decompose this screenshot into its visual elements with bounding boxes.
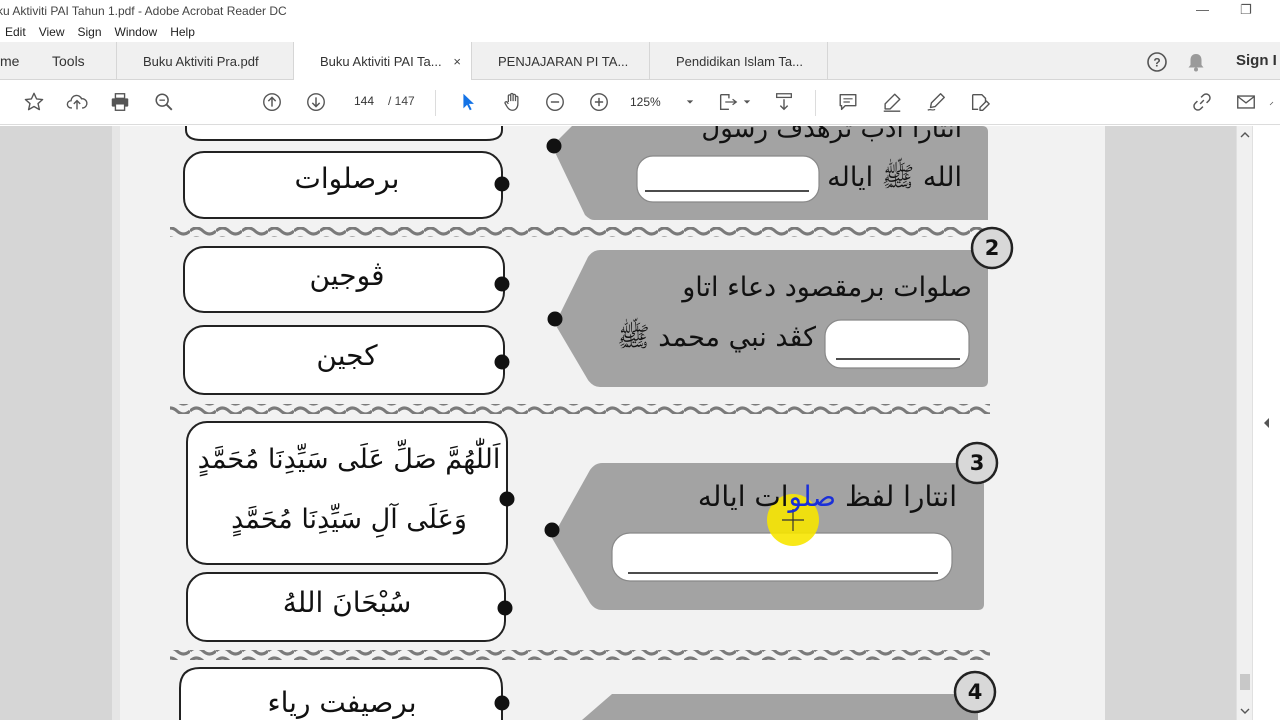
tab-home[interactable]: me [0, 42, 40, 80]
svg-text:?: ? [1153, 56, 1160, 70]
scroll-down-icon[interactable] [1237, 704, 1253, 718]
tab-label: Buku Aktiviti Pra.pdf [143, 53, 259, 69]
zoom-in-icon[interactable] [587, 90, 611, 114]
answer-option-text: برصيفت رياء [267, 686, 417, 719]
toolbar-divider [435, 90, 436, 116]
question-number: 4 [967, 680, 983, 704]
connector-dot [494, 354, 510, 370]
connector-dot [544, 522, 560, 538]
title-bar: ku Aktiviti PAI Tahun 1.pdf - Adobe Acro… [0, 0, 1280, 22]
comment-icon[interactable] [836, 90, 860, 114]
print-icon[interactable] [108, 90, 132, 114]
tab-document-2[interactable]: Buku Aktiviti PAI Ta... × [294, 42, 472, 81]
next-page-icon[interactable] [304, 90, 328, 114]
answer-option-text: كجين [316, 339, 378, 372]
help-icon[interactable]: ? [1146, 51, 1168, 78]
wavy-divider [170, 650, 990, 660]
question-1-line2: الله ﷺ اياله [827, 162, 962, 193]
more-tools-icon[interactable] [1268, 90, 1280, 114]
connector-dot [494, 276, 510, 292]
highlight-pen-icon[interactable] [880, 90, 904, 114]
window-title: ku Aktiviti PAI Tahun 1.pdf - Adobe Acro… [0, 4, 287, 18]
pdf-page: انتارا ادب ترهدڤ رسول الله ﷺ اياله 2 صلو… [112, 126, 1105, 720]
chevron-down-icon[interactable] [742, 90, 752, 114]
fit-page-icon[interactable] [716, 90, 740, 114]
tab-label: Pendidikan Islam Ta... [676, 53, 803, 69]
menu-window[interactable]: Window [115, 25, 158, 39]
upload-cloud-icon[interactable] [65, 90, 89, 114]
search-zoom-icon[interactable] [152, 90, 176, 114]
answer-option-box [185, 126, 503, 141]
question-3-text-a: انتارا لفظ [836, 480, 957, 513]
bookmark-star-icon[interactable] [22, 90, 46, 114]
sign-pen-icon[interactable] [924, 90, 948, 114]
tab-document-3[interactable]: PENJAJARAN PI TA... [472, 42, 650, 80]
worksheet-graphics [170, 126, 1014, 720]
zoom-value: 125% [630, 95, 661, 109]
zoom-out-icon[interactable] [543, 90, 567, 114]
menu-help[interactable]: Help [170, 25, 195, 39]
question-1-text: انتارا ادب ترهدڤ رسول [701, 126, 962, 144]
highlighted-word[interactable]: صلو [789, 480, 837, 513]
question-3-text-b: ات اياله [697, 480, 789, 513]
menu-view[interactable]: View [39, 25, 65, 39]
scroll-mode-icon[interactable] [772, 90, 796, 114]
scroll-up-icon[interactable] [1237, 128, 1253, 142]
menu-sign[interactable]: Sign [77, 25, 101, 39]
previous-page-icon[interactable] [260, 90, 284, 114]
restore-button[interactable]: ❐ [1240, 2, 1252, 18]
connector-dot [547, 311, 563, 327]
bell-icon[interactable] [1186, 51, 1206, 78]
answer-option-text: برصلوات [294, 162, 400, 195]
email-icon[interactable] [1234, 90, 1258, 114]
question-2-line2: كڤد نبي محمد ﷺ [617, 322, 816, 353]
page-edge [112, 126, 120, 720]
question-number: 2 [984, 236, 1000, 260]
page-total: / 147 [388, 94, 415, 108]
wavy-divider [170, 404, 990, 414]
close-tab-icon[interactable]: × [453, 54, 461, 69]
select-cursor-icon[interactable] [456, 90, 480, 114]
vertical-scrollbar[interactable] [1236, 126, 1252, 720]
answer-box [636, 155, 820, 203]
right-panel-collapsed[interactable] [1252, 126, 1280, 720]
answer-option-text: وَعَلَى آلِ سَيِّدِنَا مُحَمَّدٍ [231, 504, 467, 535]
share-link-icon[interactable] [1190, 90, 1214, 114]
minimize-button[interactable]: — [1196, 2, 1209, 17]
scrollbar-thumb[interactable] [1240, 674, 1250, 690]
question-2-line1: صلوات برمقصود دعاء اتاو [682, 272, 972, 303]
question-pill [582, 694, 978, 720]
tab-bar: me Tools Buku Aktiviti Pra.pdf Buku Akti… [0, 42, 1280, 81]
sign-in-button[interactable]: Sign I [1236, 52, 1280, 69]
question-number: 3 [969, 451, 985, 475]
connector-dot [494, 695, 510, 711]
connector-dot [546, 138, 562, 154]
answer-option-text: اَللّٰهُمَّ صَلِّ عَلَى سَيِّدِنَا مُحَم… [197, 444, 501, 475]
menu-bar: Edit View Sign Window Help [0, 22, 1280, 42]
answer-box [824, 319, 970, 369]
toolbar-divider [815, 90, 816, 116]
edit-pdf-icon[interactable] [968, 90, 992, 114]
expand-panel-icon[interactable] [1261, 416, 1273, 430]
document-viewport[interactable]: انتارا ادب ترهدڤ رسول الله ﷺ اياله 2 صلو… [0, 126, 1236, 720]
menu-edit[interactable]: Edit [5, 25, 26, 39]
chevron-down-icon [686, 100, 694, 104]
wavy-divider [170, 227, 990, 237]
tab-document-1[interactable]: Buku Aktiviti Pra.pdf [116, 42, 294, 80]
answer-option-text: ڤوجين [309, 259, 385, 292]
tab-label: Buku Aktiviti PAI Ta... [320, 53, 442, 69]
page-number-input[interactable]: 144 [346, 89, 382, 113]
tab-tools[interactable]: Tools [52, 42, 112, 80]
tab-document-4[interactable]: Pendidikan Islam Ta... [650, 42, 828, 80]
connector-dot [494, 176, 510, 192]
connector-dot [497, 600, 513, 616]
hand-tool-icon[interactable] [500, 90, 524, 114]
tab-label: PENJAJARAN PI TA... [498, 53, 629, 69]
answer-option-text: سُبْحَانَ اللهُ [282, 586, 412, 619]
question-3-line1: انتارا لفظ صلوات اياله [652, 480, 957, 513]
zoom-select[interactable]: 125% [630, 92, 694, 112]
